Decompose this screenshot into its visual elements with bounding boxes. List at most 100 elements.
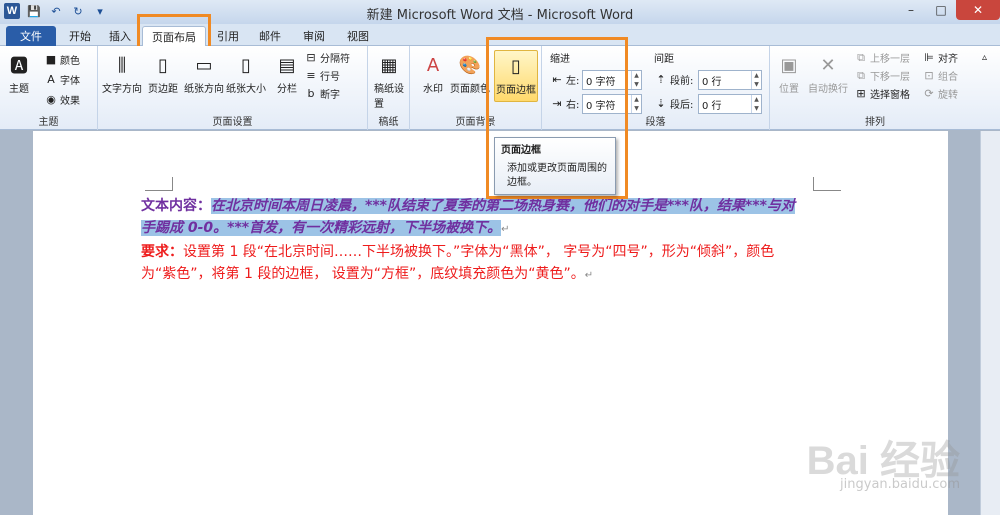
tab-page-layout[interactable]: 页面布局	[142, 26, 206, 46]
crop-mark-left	[145, 177, 173, 191]
requirement-text: 设置第 1 段“在北京时间……下半场被换下。”字体为“黑体”， 字号为“四号”，…	[141, 244, 775, 282]
ribbon: 🅰 主题 ■ 颜色 A 字体 ◉ 效果 主题 ⫼ 文字方向 ▯ 页边距 ▭ 纸张方向 ▯ 纸张…	[0, 46, 1000, 130]
spacing-before-icon: ⇡	[656, 73, 666, 86]
requirement-label: 要求：	[141, 244, 183, 260]
tab-review[interactable]: 审阅	[296, 26, 332, 46]
align-icon: ⊫	[924, 51, 934, 64]
group-page-setup-label: 页面设置	[212, 117, 253, 128]
size-icon: ▯	[241, 54, 251, 76]
spacing-after-icon: ⇣	[656, 97, 666, 110]
ribbon-collapse-icon[interactable]: ▵	[982, 52, 987, 63]
group-icon: ⊡	[924, 69, 934, 82]
columns-button[interactable]: ▤ 分栏	[274, 50, 300, 96]
draft-icon: ▦	[380, 54, 398, 76]
effects-button[interactable]: ◉ 效果	[44, 92, 80, 107]
group-draft-label: 稿纸	[378, 117, 399, 128]
fonts-icon: A	[47, 73, 55, 86]
themes-icon: 🅰	[10, 56, 28, 77]
tooltip-title: 页面边框	[501, 145, 541, 156]
tab-view[interactable]: 视图	[340, 26, 376, 46]
tab-references[interactable]: 引用	[210, 26, 246, 46]
paragraph-1[interactable]: 文本内容：在北京时间本周日凌晨，***队结束了夏季的第二场热身赛，他们的对手是*…	[141, 195, 801, 241]
ribbon-tabs: 文件 开始 插入 页面布局 引用 邮件 审阅 视图	[0, 24, 1000, 46]
draft-settings-button[interactable]: ▦ 稿纸设置	[374, 50, 404, 111]
orientation-button[interactable]: ▭ 纸张方向	[184, 50, 224, 96]
group-objects-button[interactable]: ⊡ 组合	[922, 68, 958, 83]
group-background-label: 页面背景	[455, 117, 496, 128]
watermark-button[interactable]: A 水印	[420, 50, 446, 96]
size-button[interactable]: ▯ 纸张大小	[226, 50, 266, 96]
tab-home[interactable]: 开始	[60, 26, 100, 46]
tab-mailings[interactable]: 邮件	[252, 26, 288, 46]
themes-button[interactable]: 🅰 主题	[6, 50, 32, 95]
orientation-icon: ▭	[195, 54, 213, 76]
page-border-tooltip: 页面边框 添加或更改页面周围的边框。	[494, 137, 616, 195]
line-numbers-button[interactable]: ≡ 行号	[304, 68, 340, 83]
spacing-before-label: ⇡ 段前:	[654, 72, 693, 87]
window-controls: – □ ✕	[896, 0, 1000, 20]
tab-file[interactable]: 文件	[6, 26, 56, 46]
spacing-after-label: ⇣ 段后:	[654, 96, 693, 111]
bring-forward-icon: ⧉	[857, 50, 865, 64]
rotate-button[interactable]: ⟳ 旋转	[922, 86, 958, 101]
indent-label: 缩进	[550, 54, 570, 65]
page-color-button[interactable]: 🎨 页面颜色	[450, 50, 490, 96]
selected-text[interactable]: 在北京时间本周日凌晨，***队结束了夏季的第二场热身赛，他们的对手是***队，结…	[141, 198, 795, 236]
group-page-setup: ⫼ 文字方向 ▯ 页边距 ▭ 纸张方向 ▯ 纸张大小 ▤ 分栏 ⊟ 分隔符 ≡ 行号 b 断字 …	[98, 46, 368, 130]
group-paragraph: 缩进 ⇤ 左: 0 字符 ▲ ▼ ⇥ 右: 0 字符 ▲ ▼ 间距 ⇡ 段前: 0 行 ▲ ▼ ⇣…	[542, 46, 770, 130]
group-paragraph-label: 段落	[645, 117, 666, 128]
selection-pane-button[interactable]: ⊞ 选择窗格	[854, 86, 910, 101]
line-numbers-icon: ≡	[306, 69, 316, 82]
wrap-text-button[interactable]: ✕ 自动换行	[808, 50, 848, 96]
breaks-button[interactable]: ⊟ 分隔符	[304, 50, 350, 65]
close-button[interactable]: ✕	[956, 0, 1000, 20]
hyphenation-icon: b	[307, 87, 315, 100]
spacing-after-input[interactable]: 0 行 ▲ ▼	[698, 94, 762, 114]
effects-icon: ◉	[46, 93, 56, 106]
watermark-icon: A	[426, 54, 440, 76]
hyphenation-button[interactable]: b 断字	[304, 86, 341, 101]
vertical-scrollbar[interactable]	[980, 131, 1000, 515]
window-title: 新建 Microsoft Word 文档 - Microsoft Word	[366, 8, 634, 23]
indent-right-label: ⇥ 右:	[550, 96, 579, 111]
group-arrange-label: 排列	[865, 117, 885, 128]
maximize-button[interactable]: □	[926, 0, 956, 20]
breaks-icon: ⊟	[306, 51, 316, 64]
rotate-icon: ⟳	[924, 87, 934, 100]
paragraph-mark: ↵	[501, 224, 510, 235]
indent-right-input[interactable]: 0 字符 ▲ ▼	[582, 94, 642, 114]
indent-left-label: ⇤ 左:	[550, 72, 579, 87]
align-button[interactable]: ⊫ 对齐	[922, 50, 958, 65]
tooltip-body: 添加或更改页面周围的边框。	[507, 163, 607, 188]
group-arrange: ▣ 位置 ✕ 自动换行 ⧉ 上移一层 ⧉ 下移一层 ⊞ 选择窗格 ⊫ 对齐 ⊡ 组合 ⟳ 旋转 …	[770, 46, 980, 130]
minimize-button[interactable]: –	[896, 0, 926, 20]
wrap-text-icon: ✕	[820, 54, 836, 76]
colors-button[interactable]: ■ 颜色	[44, 52, 80, 67]
title-bar: W 💾 ↶ ↻ ▾ 新建 Microsoft Word 文档 - Microso…	[0, 0, 1000, 24]
paragraph-mark-2: ↵	[584, 270, 594, 281]
group-theme-label: 主题	[38, 117, 59, 128]
position-button[interactable]: ▣ 位置	[776, 50, 802, 96]
crop-mark-right	[813, 177, 841, 191]
tab-insert[interactable]: 插入	[102, 26, 138, 46]
paragraph-2[interactable]: 要求：设置第 1 段“在北京时间……下半场被换下。”字体为“黑体”， 字号为“四…	[141, 241, 801, 287]
spacing-label: 间距	[654, 54, 674, 65]
colors-icon: ■	[45, 53, 57, 66]
group-page-background: A 水印 🎨 页面颜色 ▯ 页面边框 页面背景	[410, 46, 542, 130]
columns-icon: ▤	[278, 54, 296, 76]
indent-right-icon: ⇥	[552, 97, 562, 110]
send-backward-icon: ⧉	[857, 68, 865, 82]
bring-forward-button[interactable]: ⧉ 上移一层	[854, 50, 910, 66]
page-border-icon: ▯	[511, 55, 521, 77]
margins-icon: ▯	[158, 54, 168, 76]
page-border-button[interactable]: ▯ 页面边框	[494, 50, 538, 102]
text-direction-button[interactable]: ⫼ 文字方向	[102, 50, 142, 96]
fonts-button[interactable]: A 字体	[44, 72, 80, 87]
spacing-before-input[interactable]: 0 行 ▲ ▼	[698, 70, 762, 90]
margins-button[interactable]: ▯ 页边距	[148, 50, 178, 96]
indent-left-input[interactable]: 0 字符 ▲ ▼	[582, 70, 642, 90]
content-label: 文本内容：	[141, 198, 211, 214]
send-backward-button[interactable]: ⧉ 下移一层	[854, 68, 910, 84]
text-direction-icon: ⫼	[117, 54, 127, 76]
group-draft-paper: ▦ 稿纸设置 稿纸	[368, 46, 410, 130]
